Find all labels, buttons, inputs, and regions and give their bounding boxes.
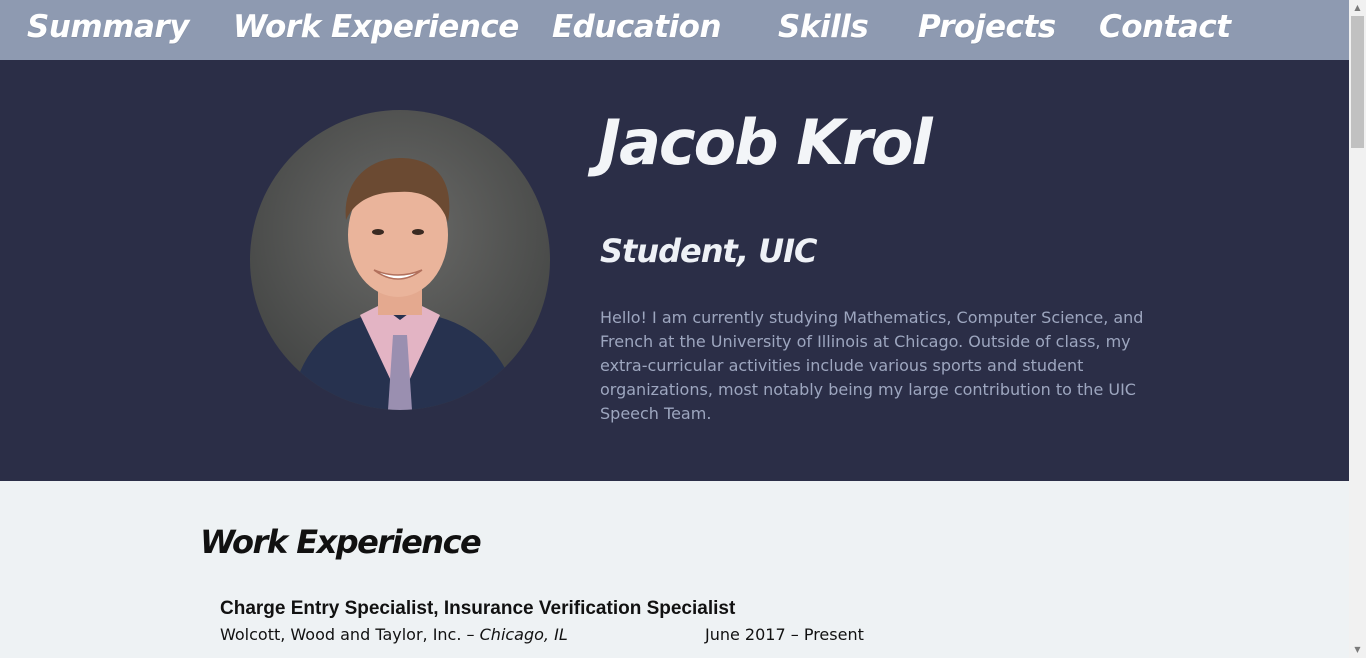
scroll-down-icon[interactable]: ▼ <box>1349 642 1366 658</box>
nav-work-experience[interactable]: Work Experience <box>233 9 519 45</box>
nav-skills[interactable]: Skills <box>778 9 869 45</box>
profile-bio: Hello! I am currently studying Mathemati… <box>600 308 1144 423</box>
summary-section: Jacob Krol Student, UIC Hello! I am curr… <box>0 60 1349 481</box>
nav-contact[interactable]: Contact <box>1099 9 1231 45</box>
job-company: Wolcott, Wood and Taylor, Inc. – Chicago… <box>220 625 568 644</box>
nav-summary[interactable]: Summary <box>27 9 189 45</box>
vertical-scrollbar[interactable]: ▲ ▼ <box>1349 0 1366 658</box>
profile-role: Student, UIC <box>600 232 817 270</box>
work-experience-section: Work Experience Charge Entry Specialist,… <box>0 481 1349 658</box>
job-location: Chicago, IL <box>479 625 568 644</box>
scroll-up-icon[interactable]: ▲ <box>1349 0 1366 16</box>
job-company-name: Wolcott, Wood and Taylor, Inc. – <box>220 625 475 644</box>
job-title: Charge Entry Specialist, Insurance Verif… <box>220 598 736 619</box>
top-navigation: Summary Work Experience Education Skills… <box>0 0 1349 60</box>
nav-projects[interactable]: Projects <box>918 9 1056 45</box>
nav-education[interactable]: Education <box>552 9 722 45</box>
scrollbar-thumb[interactable] <box>1351 16 1364 148</box>
job-dates: June 2017 – Present <box>705 625 864 644</box>
profile-photo <box>250 110 550 410</box>
profile-name: Jacob Krol <box>598 106 933 179</box>
profile-photo-illustration <box>250 110 550 410</box>
section-title-work-experience: Work Experience <box>200 523 482 561</box>
